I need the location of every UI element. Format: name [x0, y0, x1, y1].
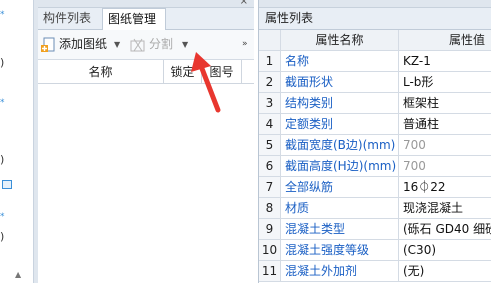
split-label: 分割 — [149, 37, 174, 51]
column-header-property-name[interactable]: 属性名称 — [281, 30, 399, 50]
row-number: 9 — [259, 219, 281, 239]
left-panel-edge: * ) * ) * ) ▲ — [0, 0, 34, 283]
row-number: 1 — [259, 51, 281, 71]
property-row[interactable]: 5 截面宽度(B边)(mm) 700 — [259, 135, 491, 156]
chevron-down-icon[interactable]: ▼ — [182, 30, 188, 59]
property-name: 全部纵筋 — [281, 177, 399, 197]
row-number: 8 — [259, 198, 281, 218]
property-name: 混凝土强度等级 — [281, 240, 399, 260]
split-button[interactable]: 分割 ▼ — [130, 30, 190, 60]
row-number: 7 — [259, 177, 281, 197]
property-value[interactable]: L-b形 — [399, 72, 491, 92]
column-header-drawing-number[interactable]: 图号 — [202, 60, 242, 84]
row-number: 5 — [259, 135, 281, 155]
edge-mark: * — [0, 212, 5, 222]
property-row[interactable]: 9 混凝土类型 (砾石 GD40 细砂 — [259, 219, 491, 240]
property-value[interactable]: 框架柱 — [399, 93, 491, 113]
row-number: 2 — [259, 72, 281, 92]
edge-paren: ) — [0, 153, 5, 166]
column-header-lock[interactable]: 锁定 — [164, 60, 202, 84]
row-number: 10 — [259, 240, 281, 260]
chevron-down-icon[interactable]: ▼ — [114, 30, 120, 59]
add-drawing-label: 添加图纸 — [59, 37, 108, 51]
property-name: 结构类别 — [281, 93, 399, 113]
row-number: 3 — [259, 93, 281, 113]
property-panel-title: 属性列表 — [259, 8, 491, 30]
column-header-property-value[interactable]: 属性值 — [399, 30, 491, 50]
scroll-up-icon[interactable]: ▲ — [15, 270, 25, 279]
close-icon[interactable]: × — [240, 0, 248, 7]
row-number-header — [259, 30, 281, 50]
property-name: 截面宽度(B边)(mm) — [281, 135, 399, 155]
drawing-list[interactable] — [38, 84, 254, 283]
edge-paren: ) — [0, 56, 5, 69]
drawing-list-header: 名称 锁定 图号 — [38, 60, 254, 84]
property-grid-header: 属性名称 属性值 — [259, 30, 491, 51]
panel-tabs: 构件列表 图纸管理 — [38, 8, 254, 31]
property-value[interactable]: (无) — [399, 261, 491, 281]
property-name: 截面形状 — [281, 72, 399, 92]
property-row[interactable]: 8 材质 现浇混凝土 — [259, 198, 491, 219]
property-row[interactable]: 4 定额类别 普通柱 — [259, 114, 491, 135]
property-row[interactable]: 6 截面高度(H边)(mm) 700 — [259, 156, 491, 177]
property-name: 材质 — [281, 198, 399, 218]
tab-drawing-management[interactable]: 图纸管理 — [102, 8, 166, 31]
property-name: 混凝土类型 — [281, 219, 399, 239]
panel-titlebar: × — [38, 0, 254, 8]
property-name: 混凝土外加剂 — [281, 261, 399, 281]
edge-mark: * — [0, 10, 5, 20]
property-row[interactable]: 10 混凝土强度等级 (C30) — [259, 240, 491, 261]
drawing-panel: × 构件列表 图纸管理 添加图纸 ▼ 分割 ▼ » 名称 锁定 图号 — [38, 0, 254, 283]
property-name: 名称 — [281, 51, 399, 71]
property-value[interactable]: (砾石 GD40 细砂 — [399, 219, 491, 239]
property-value[interactable]: 700 — [399, 156, 491, 176]
more-icon[interactable]: » — [242, 30, 252, 60]
edge-icon — [2, 180, 12, 189]
edge-mark: * — [0, 98, 5, 108]
add-drawing-icon — [41, 37, 55, 52]
property-value[interactable]: 700 — [399, 135, 491, 155]
property-name: 定额类别 — [281, 114, 399, 134]
property-row[interactable]: 1 名称 KZ-1 — [259, 51, 491, 72]
property-value[interactable]: KZ-1 — [399, 51, 491, 71]
property-value[interactable]: 普通柱 — [399, 114, 491, 134]
tab-component-list[interactable]: 构件列表 — [38, 8, 102, 30]
property-row[interactable]: 2 截面形状 L-b形 — [259, 72, 491, 93]
column-header-name[interactable]: 名称 — [38, 60, 164, 84]
property-name: 截面高度(H边)(mm) — [281, 156, 399, 176]
property-value[interactable]: 现浇混凝土 — [399, 198, 491, 218]
edge-paren: ) — [0, 230, 5, 243]
row-number: 4 — [259, 114, 281, 134]
row-number: 6 — [259, 156, 281, 176]
property-value[interactable]: 16⏀22 — [399, 177, 491, 197]
split-icon — [130, 38, 145, 52]
property-row[interactable]: 3 结构类别 框架柱 — [259, 93, 491, 114]
add-drawing-button[interactable]: 添加图纸 ▼ — [40, 30, 124, 60]
property-row[interactable]: 7 全部纵筋 16⏀22 — [259, 177, 491, 198]
property-value[interactable]: (C30) — [399, 240, 491, 260]
panel-titlebar — [259, 0, 491, 8]
property-panel: 属性列表 属性名称 属性值 1 名称 KZ-1 2 截面形状 L-b形 3 结构类别 框架柱 4 定… — [258, 0, 491, 283]
property-row[interactable]: 11 混凝土外加剂 (无) — [259, 261, 491, 282]
drawing-toolbar: 添加图纸 ▼ 分割 ▼ » — [38, 30, 254, 60]
row-number: 11 — [259, 261, 281, 281]
